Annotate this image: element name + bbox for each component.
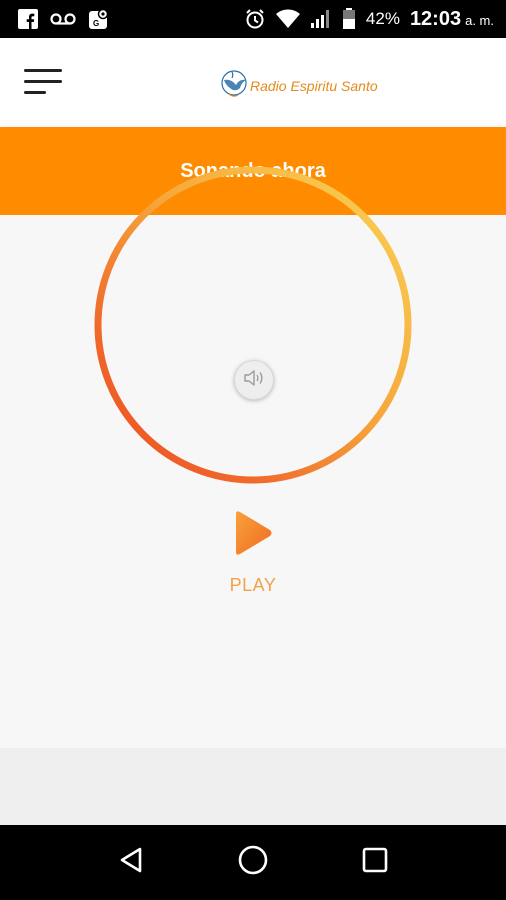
signal-icon	[310, 9, 332, 29]
battery-icon	[342, 8, 356, 30]
app-header: Radio Espiritu Santo	[0, 38, 506, 127]
bottom-strip	[0, 748, 506, 825]
hamburger-menu-icon	[24, 69, 62, 72]
svg-text:G: G	[93, 19, 99, 28]
facebook-icon	[18, 9, 38, 29]
alarm-icon	[244, 8, 266, 30]
voicemail-icon	[50, 12, 76, 26]
clock-ampm: a. m.	[465, 12, 494, 28]
speaker-icon	[243, 369, 265, 392]
maps-icon: G	[88, 8, 110, 30]
system-nav-bar	[0, 825, 506, 900]
menu-button[interactable]	[24, 66, 66, 98]
back-icon	[118, 846, 144, 879]
recents-button[interactable]	[355, 843, 395, 883]
status-bar-right: 42% 12:03 a. m.	[244, 8, 494, 31]
volume-knob[interactable]	[234, 360, 274, 400]
battery-percent: 42%	[365, 9, 400, 28]
logo-text: Radio Espiritu Santo	[250, 77, 378, 94]
play-button[interactable]: PLAY	[203, 510, 303, 610]
app-logo: Radio Espiritu Santo	[220, 66, 378, 105]
play-icon	[233, 510, 273, 561]
home-button[interactable]	[233, 843, 273, 883]
clock: 12:03 a. m.	[410, 8, 494, 31]
status-bar-left: G	[18, 8, 110, 30]
hamburger-line-middle	[24, 80, 62, 83]
volume-ring[interactable]	[93, 165, 413, 485]
dove-logo-icon	[220, 66, 248, 105]
app-screen: G 42% 12:03 a. m. Radio Espiritu Santo S…	[0, 0, 506, 900]
recents-icon	[361, 846, 389, 879]
wifi-icon	[275, 9, 300, 29]
status-bar: G 42% 12:03 a. m.	[0, 0, 506, 38]
hamburger-line-bottom	[24, 91, 46, 94]
back-button[interactable]	[111, 843, 151, 883]
home-icon	[237, 844, 269, 881]
clock-time: 12:03	[409, 7, 462, 30]
play-label: PLAY	[229, 575, 277, 595]
